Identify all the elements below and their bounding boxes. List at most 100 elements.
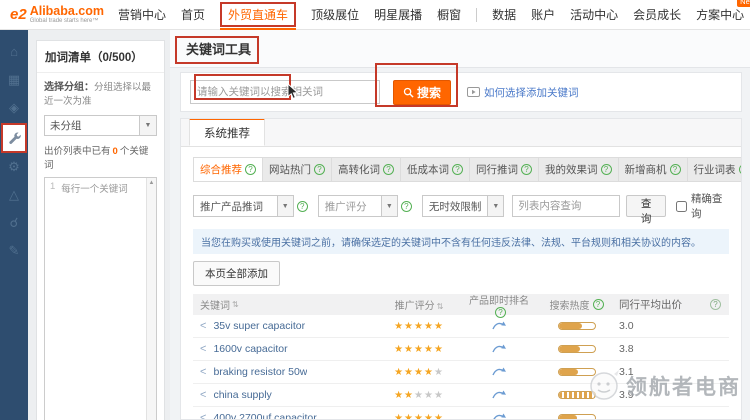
sort-icon[interactable]: ⇅ — [232, 300, 239, 309]
subtab-comprehensive[interactable]: 综合推荐? — [193, 157, 263, 182]
help-icon[interactable]: ? — [601, 164, 612, 175]
help-icon[interactable]: ? — [314, 164, 325, 175]
chevron-down-icon[interactable]: ▼ — [139, 116, 156, 135]
keyword-search-bar: 搜索 如何选择添加关键词 — [180, 72, 742, 112]
alert-icon[interactable]: △ — [7, 187, 22, 202]
nav-home[interactable]: 首页 — [181, 6, 205, 23]
tab-strip: 系统推荐 — [181, 119, 741, 147]
textarea-placeholder: 每行一个关键词 — [61, 181, 128, 420]
nav-marketing-center[interactable]: 营销中心 — [118, 6, 166, 23]
promotion-icon[interactable]: ◈ — [7, 100, 22, 115]
search-button[interactable]: 搜索 — [393, 80, 451, 105]
help-icon[interactable]: ? — [245, 164, 256, 175]
nav-plan-center-label: 方案中心 — [696, 8, 744, 22]
keyword-textarea[interactable]: 1 每行一个关键词 ▲ — [44, 177, 157, 420]
subtab-new-opportunity[interactable]: 新增商机? — [619, 157, 688, 182]
group-select-value: 未分组 — [45, 118, 139, 133]
score-filter-select[interactable]: 推广评分 ▼ — [318, 195, 398, 217]
sort-icon[interactable]: ⇅ — [437, 302, 444, 311]
new-badge: New — [737, 0, 750, 7]
nav-divider — [476, 8, 477, 22]
help-icon[interactable]: ? — [401, 201, 412, 212]
score-stars: ★★★★★ — [374, 367, 464, 378]
chevron-down-icon[interactable]: ▼ — [487, 196, 503, 216]
header-keyword[interactable]: 关键词 — [200, 297, 230, 312]
add-keyword-icon[interactable]: < — [200, 343, 206, 355]
keyword-search-input[interactable] — [190, 80, 380, 104]
subtab-site-hot[interactable]: 网站热门? — [263, 157, 332, 182]
exact-query-checkbox[interactable]: 精确查询 — [676, 191, 729, 221]
apps-icon[interactable]: ▦ — [7, 72, 22, 87]
help-icon[interactable]: ? — [383, 164, 394, 175]
home-icon[interactable]: ⌂ — [7, 44, 22, 59]
help-icon[interactable]: ? — [670, 164, 681, 175]
textarea-scrollbar[interactable]: ▲ — [146, 178, 156, 420]
help-icon[interactable]: ? — [297, 201, 308, 212]
alibaba-logo[interactable]: e2 Alibaba.com Global trade starts here™ — [10, 5, 104, 24]
chevron-down-icon[interactable]: ▼ — [381, 196, 397, 216]
video-guide-icon — [467, 87, 480, 97]
nav-data[interactable]: 数据 — [492, 6, 516, 23]
add-keyword-icon[interactable]: < — [200, 320, 206, 332]
help-icon[interactable]: ? — [521, 164, 532, 175]
keyword-cell[interactable]: braking resistor 50w — [213, 366, 307, 378]
keyword-cell[interactable]: 400v 2700uf capacitor — [213, 412, 316, 420]
search-heat-bar — [558, 368, 596, 376]
keyword-cell[interactable]: china supply — [213, 389, 271, 401]
list-query-input[interactable] — [512, 195, 620, 217]
nav-star-display[interactable]: 明星展播 — [374, 6, 422, 23]
how-to-add-keywords-link[interactable]: 如何选择添加关键词 — [467, 85, 579, 100]
avg-bid-cell: 3.1 — [619, 366, 699, 378]
add-keyword-icon[interactable]: < — [200, 366, 206, 378]
nav-activity-center[interactable]: 活动中心 — [570, 6, 618, 23]
user-icon[interactable]: ☌ — [7, 215, 22, 230]
add-keyword-icon[interactable]: < — [200, 389, 206, 401]
add-keyword-icon[interactable]: < — [200, 412, 206, 420]
instant-rank-cell[interactable] — [464, 411, 534, 420]
group-select[interactable]: 未分组 ▼ — [44, 115, 157, 136]
tools-icon[interactable]: ✎ — [7, 243, 22, 258]
add-word-panel: 加词清单（0/500） 选择分组：分组选择以最近一次为准 未分组 ▼ 出价列表中… — [28, 30, 170, 420]
query-button[interactable]: 查询 — [626, 195, 666, 217]
instant-rank-cell[interactable] — [464, 365, 534, 379]
page-title-bar: 关键词工具 — [170, 30, 750, 68]
help-icon[interactable]: ? — [739, 164, 743, 175]
avg-bid-cell: 3.9 — [619, 389, 699, 401]
nav-top-showcase[interactable]: 顶级展位 — [311, 6, 359, 23]
scroll-up-icon[interactable]: ▲ — [147, 178, 156, 188]
subtab-low-cost[interactable]: 低成本词? — [401, 157, 470, 182]
subtab-industry-wordlist[interactable]: 行业词表? — [688, 157, 743, 182]
subtab-my-effect-words[interactable]: 我的效果词? — [539, 157, 619, 182]
table-row: <china supply ★★★★★ 3.9 — [193, 384, 729, 407]
instant-rank-cell[interactable] — [464, 388, 534, 402]
tab-system-recommend[interactable]: 系统推荐 — [189, 118, 265, 146]
keyword-tool-rail-item[interactable] — [1, 123, 27, 153]
chevron-down-icon[interactable]: ▼ — [277, 196, 293, 216]
nav-showcase[interactable]: 橱窗 — [437, 6, 461, 23]
group-select-label: 选择分组： — [44, 82, 94, 93]
nav-member-growth[interactable]: 会员成长 — [633, 6, 681, 23]
how-to-add-keywords-label: 如何选择添加关键词 — [484, 85, 579, 100]
instant-rank-cell[interactable] — [464, 342, 534, 356]
gear-icon[interactable]: ⚙ — [7, 159, 22, 174]
header-help-icon[interactable]: ? — [710, 299, 721, 310]
instant-rank-cell[interactable] — [464, 319, 534, 333]
subtab-peer-words[interactable]: 同行推词? — [470, 157, 539, 182]
header-search-heat[interactable]: 搜索热度 — [550, 297, 590, 312]
keyword-cell[interactable]: 35v super capacitor — [213, 320, 305, 332]
time-limit-select[interactable]: 无时效限制 ▼ — [422, 195, 505, 217]
search-heat-bar — [558, 322, 596, 330]
subtab-high-conversion[interactable]: 高转化词? — [332, 157, 401, 182]
nav-account[interactable]: 账户 — [531, 6, 555, 23]
header-score[interactable]: 推广评分 — [395, 301, 435, 312]
help-icon[interactable]: ? — [495, 307, 506, 318]
nav-plan-center[interactable]: 方案中心 New — [696, 6, 744, 23]
alibaba-logo-icon: e2 — [10, 6, 27, 23]
keyword-cell[interactable]: 1600v capacitor — [213, 343, 287, 355]
help-icon[interactable]: ? — [452, 164, 463, 175]
nav-p4p-express[interactable]: 外贸直通车 — [220, 2, 296, 27]
word-source-select[interactable]: 推广产品推词 ▼ — [193, 195, 294, 217]
add-all-on-page-button[interactable]: 本页全部添加 — [193, 261, 280, 286]
help-icon[interactable]: ? — [593, 299, 604, 310]
checkbox-icon[interactable] — [676, 201, 687, 212]
